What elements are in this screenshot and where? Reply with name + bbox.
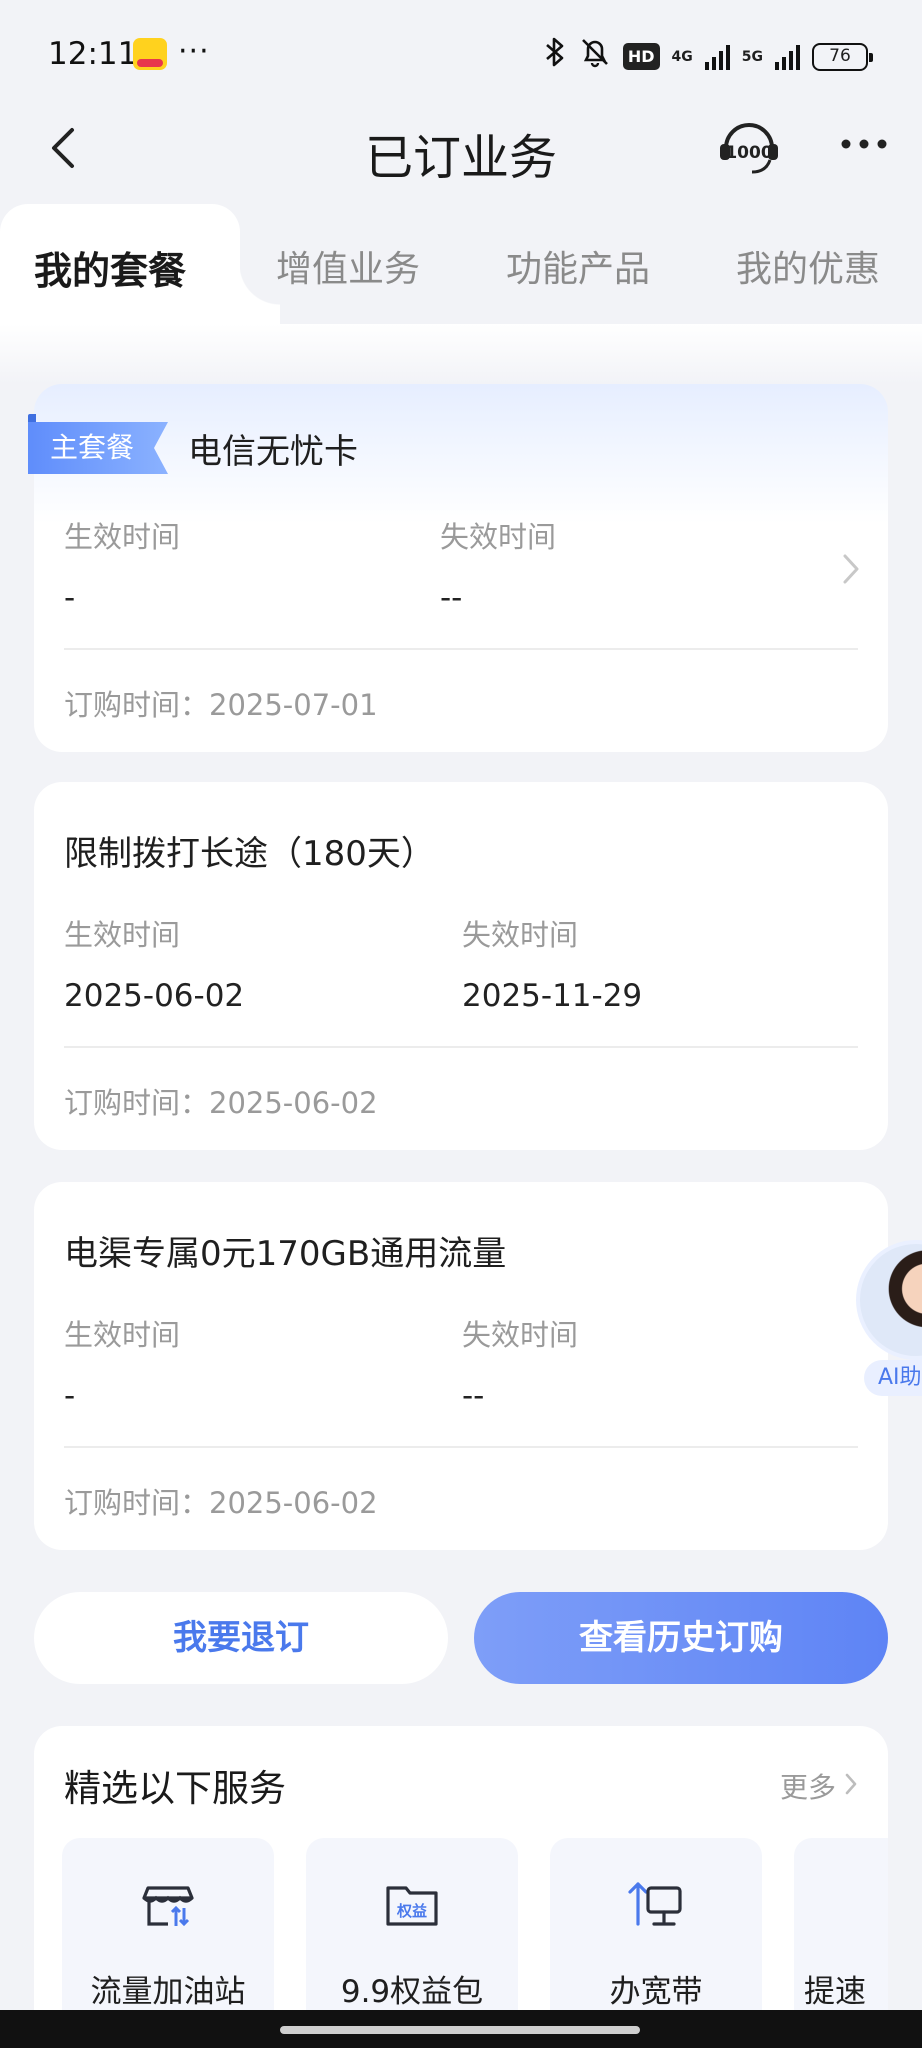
service-label: 提速 [804,1974,866,2010]
end-time-value: -- [462,1378,485,1414]
data-station-icon [142,1886,194,1927]
service-tile-broadband[interactable]: 办宽带 [550,1838,762,2038]
more-link[interactable]: 更多 [780,1766,836,1806]
network-5g-label: 5G [741,48,763,65]
ai-assistant-label[interactable]: AI助手 [864,1360,922,1396]
package-card: 限制拨打长途（180天） 生效时间 2025-06-02 失效时间 2025-1… [34,782,888,1150]
signal-bars-5g-icon [775,44,800,70]
order-time: 订购时间：2025-07-01 [64,688,378,722]
tab-strip-background [0,324,922,384]
service-tile-data-station[interactable]: 流量加油站 [62,1838,274,2038]
signal-bars-4g-icon [704,44,730,70]
end-time-label: 失效时间 [462,1318,579,1352]
card-divider [64,648,858,650]
tab-value-added[interactable]: 增值业务 [276,240,420,292]
card-divider [64,1446,858,1448]
service-tile-speed-up[interactable]: 提速 [794,1838,888,2038]
meituan-app-icon [133,38,167,70]
status-time: 12:11 [48,36,138,72]
home-indicator[interactable] [280,2026,640,2034]
chevron-right-icon[interactable] [844,1772,858,1796]
unsubscribe-button[interactable]: 我要退订 [34,1592,448,1684]
benefits-package-icon: 权益 [386,1886,438,1926]
service-tile-benefits-package[interactable]: 权益 9.9权益包 [306,1838,518,2038]
start-time-label: 生效时间 [64,918,181,952]
page-header: 已订业务 1000 [0,100,922,200]
main-package-badge: 主套餐 [28,414,168,474]
end-time-label: 失效时间 [440,520,557,554]
start-time-label: 生效时间 [64,520,181,554]
card-divider [64,1046,858,1048]
featured-services-section: 精选以下服务 更多 流量加油站 权益 9.9权益包 办宽带 提速 [34,1726,888,2048]
card-title: 电信无忧卡 [188,432,358,472]
tab-function-products[interactable]: 功能产品 [506,240,650,292]
start-time-value: - [64,1378,76,1414]
service-label: 办宽带 [609,1974,703,2010]
status-icons: HD 4G 5G 76 [543,36,873,77]
broadband-icon [628,1882,682,1926]
service-label: 9.9权益包 [340,1974,484,2010]
order-time: 订购时间：2025-06-02 [64,1086,378,1120]
status-bar: 12:11 ··· HD 4G 5G 76 [0,0,922,110]
network-4g-label: 4G [671,48,693,65]
start-time-value: 2025-06-02 [64,978,245,1014]
order-time: 订购时间：2025-06-02 [64,1486,378,1520]
ai-assistant-float[interactable]: AI助手 [856,1240,922,1400]
end-time-value: -- [440,580,463,616]
more-options-icon[interactable] [838,122,890,166]
hd-voice-badge: HD [622,43,660,70]
bluetooth-icon [543,36,567,77]
muted-bell-icon [579,36,611,77]
tab-my-discounts[interactable]: 我的优惠 [736,240,880,292]
status-more-dots: ··· [178,34,210,69]
ai-assistant-avatar[interactable] [856,1240,922,1360]
speed-up-icon [870,1874,888,1934]
section-title: 精选以下服务 [64,1767,286,1810]
svg-text:权益: 权益 [396,1902,427,1920]
tab-my-package[interactable]: 我的套餐 [34,240,186,295]
customer-service-10000-icon[interactable]: 1000 [716,114,782,180]
tab-bar: 我的套餐 增值业务 功能产品 我的优惠 [0,204,922,384]
page-title: 已订业务 [364,130,557,186]
chevron-right-icon[interactable] [840,552,862,586]
view-history-button[interactable]: 查看历史订购 [474,1592,888,1684]
start-time-label: 生效时间 [64,1318,181,1352]
end-time-value: 2025-11-29 [462,978,643,1014]
svg-text:1000: 1000 [725,143,772,163]
card-title: 电渠专属0元170GB通用流量 [64,1234,507,1274]
package-card: 电渠专属0元170GB通用流量 生效时间 - 失效时间 -- 订购时间：2025… [34,1182,888,1550]
package-card-main[interactable]: 主套餐 电信无忧卡 生效时间 - 失效时间 -- 订购时间：2025-07-01 [28,384,888,752]
service-label: 流量加油站 [90,1974,246,2010]
card-title: 限制拨打长途（180天） [64,834,435,874]
start-time-value: - [64,580,76,616]
end-time-label: 失效时间 [462,918,579,952]
battery-icon: 76 [812,42,873,71]
